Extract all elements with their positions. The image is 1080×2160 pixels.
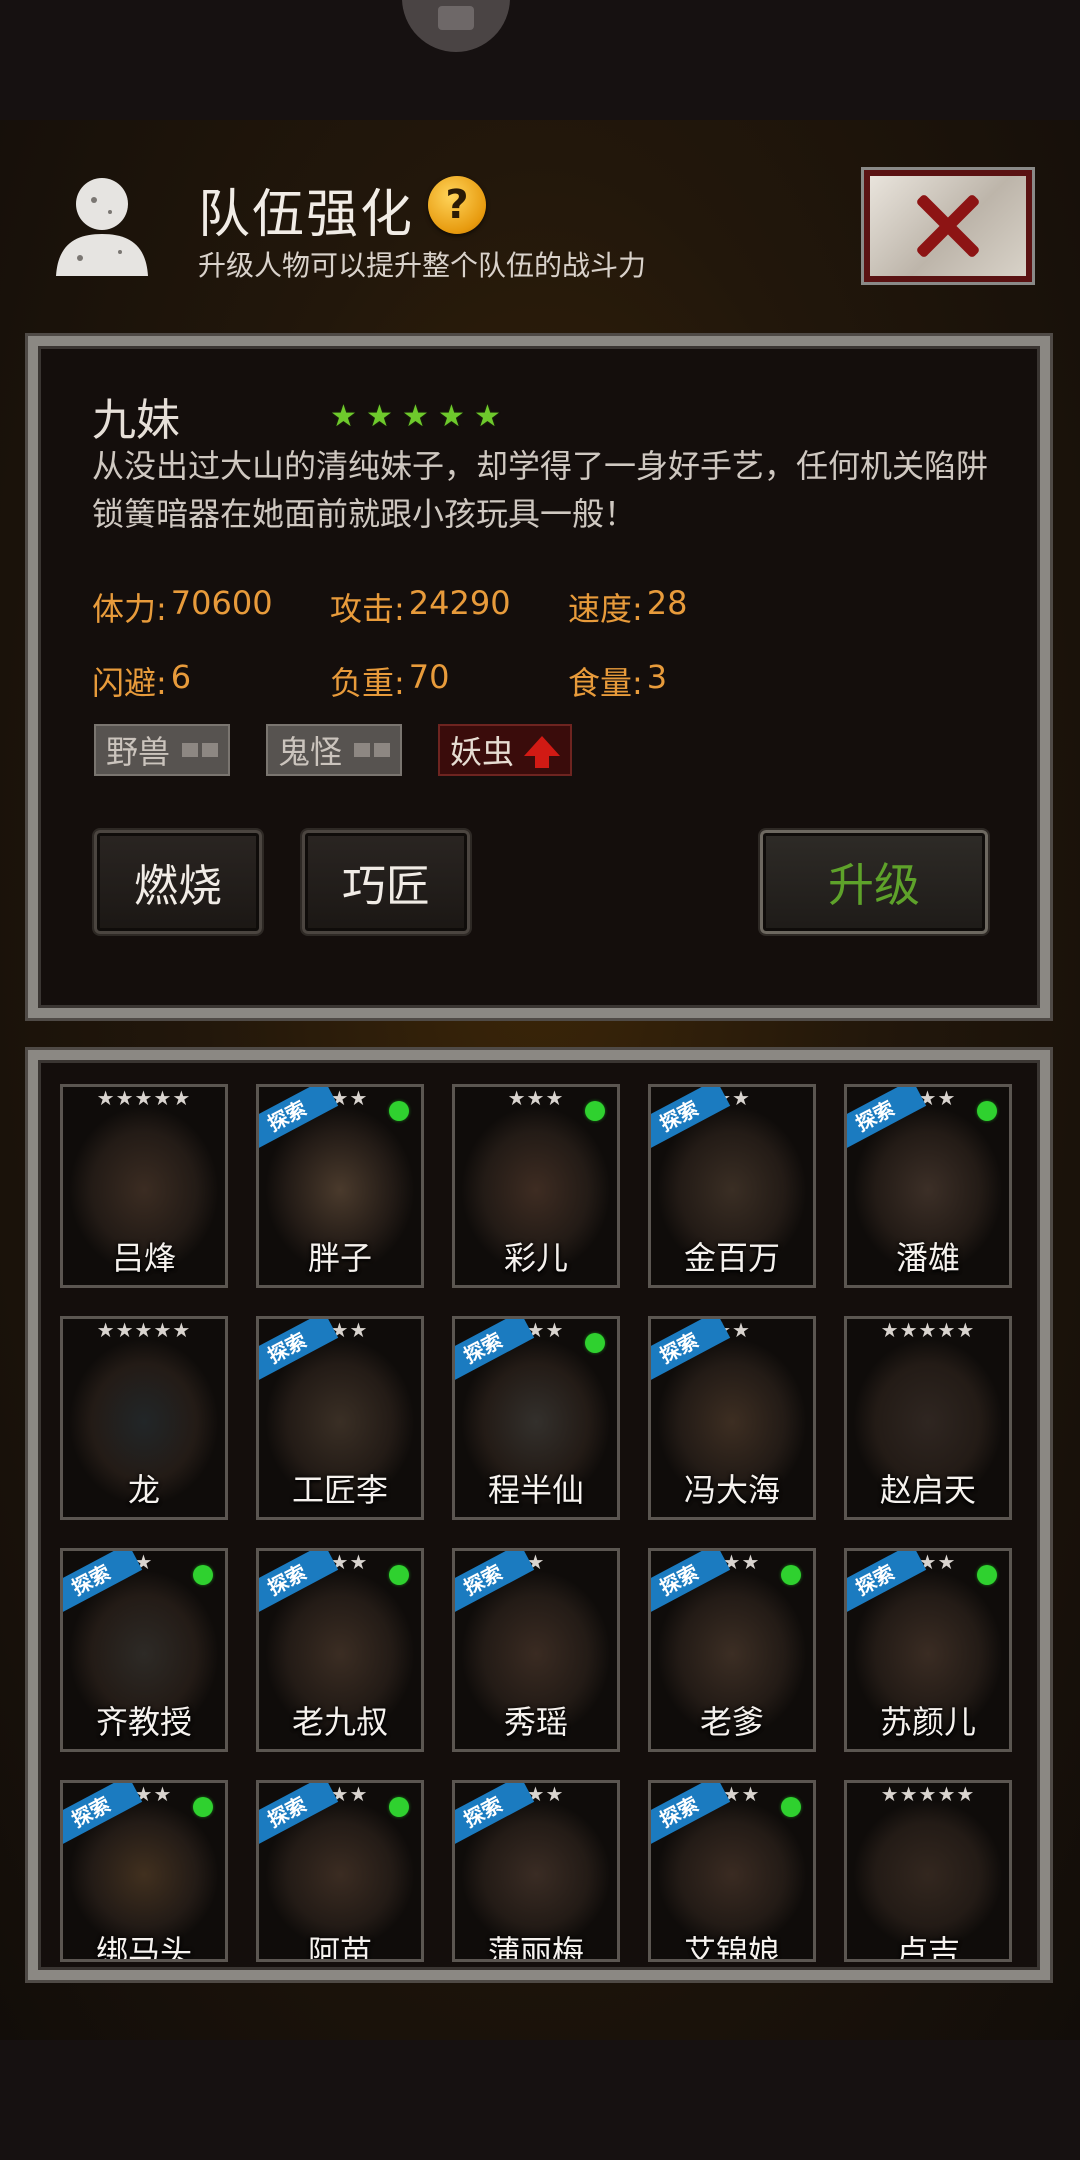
card-name: 吕烽 [111, 1239, 176, 1277]
online-status-icon [781, 1565, 801, 1585]
online-status-icon [977, 1101, 997, 1121]
character-info-frame: 九妹 ★ ★ ★ ★ ★ 从没出过大山的清纯妹子，却学得了一身好手艺，任何机关陷阱锁簧暗… [28, 336, 1050, 1018]
stat-attack: 攻击: 24290 [330, 584, 511, 628]
card-star-rating: ★★★★★ [96, 1086, 192, 1110]
roster-card[interactable]: ★★★ 探索 潘雄 [844, 1084, 1012, 1288]
card-name: 绑马头 [95, 1933, 192, 1962]
roster-card[interactable]: ★★★★★ 龙 [60, 1316, 228, 1520]
star-icon: ★ [330, 399, 357, 434]
bottom-bar [0, 2040, 1080, 2160]
team-avatar-icon [56, 178, 148, 276]
neutral-indicator-icon [182, 743, 219, 757]
card-name: 金百万 [683, 1239, 780, 1277]
roster-card[interactable]: ★★★ 探索 艾锦娘 [648, 1780, 816, 1962]
roster-card[interactable]: ★★ 探索 金百万 [648, 1084, 816, 1288]
online-status-icon [585, 1101, 605, 1121]
stat-carry: 负重: 70 [330, 658, 450, 702]
card-name: 冯大海 [683, 1471, 780, 1509]
roster-card[interactable]: ★★★ 探索 蒲丽梅 [452, 1780, 620, 1962]
page-subtitle: 升级人物可以提升整个队伍的战斗力 [198, 249, 647, 282]
roster-card[interactable]: ★ 探索 秀瑶 [452, 1548, 620, 1752]
online-status-icon [977, 1565, 997, 1585]
online-status-icon [781, 1797, 801, 1817]
online-status-icon [389, 1797, 409, 1817]
arrow-up-icon [524, 736, 561, 768]
team-upgrade-panel: 队伍强化 ? 升级人物可以提升整个队伍的战斗力 九妹 ★ ★ ★ ★ ★ 从没出过大山的… [0, 120, 1080, 2040]
puzzle-icon [438, 6, 474, 30]
card-name: 赵启天 [879, 1471, 976, 1509]
roster-card[interactable]: ★★★★★ 卢吉 [844, 1780, 1012, 1962]
online-status-icon [389, 1565, 409, 1585]
star-icon: ★ [474, 399, 501, 434]
burn-button[interactable]: 燃烧 [94, 830, 262, 934]
card-name: 彩儿 [503, 1239, 568, 1277]
help-icon[interactable]: ? [428, 176, 486, 234]
roster-card[interactable]: ★★★ 探索 胖子 [256, 1084, 424, 1288]
neutral-indicator-icon [354, 743, 391, 757]
character-stats: 体力: 70600 攻击: 24290 速度: 28 闪避: 6 负重: 70 食量: 3 [92, 584, 1012, 704]
roster-card[interactable]: ★ 探索 齐教授 [60, 1548, 228, 1752]
roster-card[interactable]: ★★★★★ 赵启天 [844, 1316, 1012, 1520]
close-button[interactable] [861, 167, 1035, 285]
online-status-icon [585, 1333, 605, 1353]
card-name: 秀瑶 [503, 1703, 568, 1741]
upgrade-button[interactable]: 升级 [760, 830, 988, 934]
card-name: 胖子 [307, 1239, 372, 1277]
roster-card[interactable]: ★★★ 探索 阿苗 [256, 1780, 424, 1962]
roster-card[interactable]: ★★★ 探索 老九叔 [256, 1548, 424, 1752]
card-star-rating: ★★★★★ [880, 1318, 976, 1342]
roster-card[interactable]: ★★★ 探索 工匠李 [256, 1316, 424, 1520]
character-star-rating: ★ ★ ★ ★ ★ [330, 402, 504, 432]
tag-insect: 妖虫 [438, 724, 573, 776]
drag-handle[interactable] [402, 0, 510, 52]
stat-speed: 速度: 28 [568, 584, 688, 628]
top-bar [0, 0, 1080, 120]
card-name: 苏颜儿 [879, 1703, 976, 1741]
star-icon: ★ [402, 399, 429, 434]
star-icon: ★ [438, 399, 465, 434]
star-icon: ★ [366, 399, 393, 434]
card-name: 工匠李 [291, 1471, 388, 1509]
roster-card[interactable]: ★★★ 探索 老爹 [648, 1548, 816, 1752]
stat-hp: 体力: 70600 [92, 584, 273, 628]
card-name: 卢吉 [895, 1933, 960, 1962]
page-title: 队伍强化 [198, 185, 415, 245]
character-description: 从没出过大山的清纯妹子，却学得了一身好手艺，任何机关陷阱锁簧暗器在她面前就跟小孩… [92, 447, 989, 533]
card-name: 潘雄 [895, 1239, 960, 1277]
roster-frame: ★★★★★ 吕烽 ★★★ 探索 胖子 ★★★ 彩儿 ★★ 探索 金百万 ★★★ 探索 潘雄 ★★★★★ 龙 ★… [28, 1050, 1050, 1980]
close-icon [912, 190, 984, 262]
card-name: 老爹 [699, 1703, 764, 1741]
card-name: 齐教授 [95, 1703, 192, 1741]
stat-food: 食量: 3 [568, 658, 668, 702]
roster-card[interactable]: ★★★ 探索 苏颜儿 [844, 1548, 1012, 1752]
character-name: 九妹 [92, 395, 180, 446]
online-status-icon [193, 1797, 213, 1817]
roster-card[interactable]: ★★★ 探索 程半仙 [452, 1316, 620, 1520]
roster-card[interactable]: ★★★ 彩儿 [452, 1084, 620, 1288]
card-name: 艾锦娘 [683, 1933, 780, 1962]
roster-grid: ★★★★★ 吕烽 ★★★ 探索 胖子 ★★★ 彩儿 ★★ 探索 金百万 ★★★ 探索 潘雄 ★★★★★ 龙 ★… [60, 1084, 1030, 1962]
card-name: 阿苗 [307, 1933, 372, 1962]
roster-card[interactable]: ★★★★★ 吕烽 [60, 1084, 228, 1288]
craftsman-button[interactable]: 巧匠 [302, 830, 470, 934]
card-star-rating: ★★★★★ [96, 1318, 192, 1342]
tag-ghost: 鬼怪 [266, 724, 403, 776]
card-name: 蒲丽梅 [487, 1933, 584, 1962]
card-name: 程半仙 [487, 1471, 584, 1509]
card-name: 龙 [127, 1471, 160, 1509]
tag-beast: 野兽 [94, 724, 231, 776]
card-star-rating: ★★★★★ [880, 1782, 976, 1806]
online-status-icon [389, 1101, 409, 1121]
card-name: 老九叔 [291, 1703, 388, 1741]
stat-dodge: 闪避: 6 [92, 658, 192, 702]
affinity-tags: 野兽 鬼怪 妖虫 [94, 724, 573, 776]
online-status-icon [193, 1565, 213, 1585]
roster-card[interactable]: ★★★ 探索 绑马头 [60, 1780, 228, 1962]
roster-card[interactable]: ★★ 探索 冯大海 [648, 1316, 816, 1520]
